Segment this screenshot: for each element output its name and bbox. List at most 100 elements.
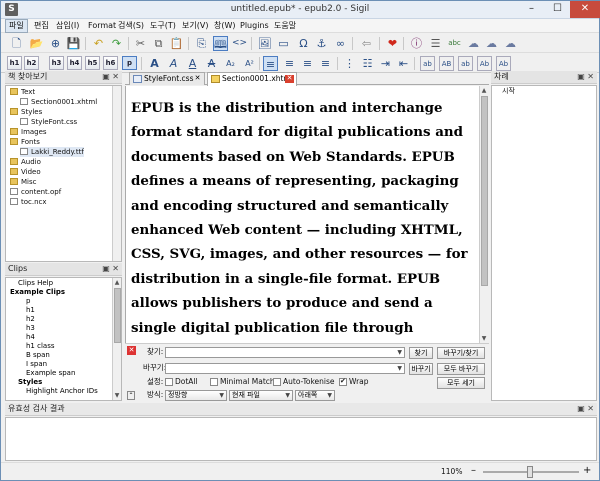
minimize-button[interactable]: – [518,1,545,18]
italic-icon[interactable]: A [166,56,181,71]
heading-h4-button[interactable]: h4 [67,56,82,70]
clips-scrollbar[interactable]: ▲ ▼ [112,278,121,400]
insert-image-icon[interactable]: 🖼 [257,36,272,51]
clip-group[interactable]: Example Clips [10,288,65,297]
book-browser-scrollbar[interactable] [112,86,121,261]
case-uppercase-icon[interactable]: AB [439,56,454,71]
strikethrough-icon[interactable]: A [204,56,219,71]
zoom-in-icon[interactable]: + [583,466,591,476]
align-right-icon[interactable]: ≡ [300,56,315,71]
file-item[interactable]: Lakki_Reddy.ttf [20,147,84,157]
clip-item[interactable]: I span [26,360,47,369]
superscript-icon[interactable]: A² [242,56,257,71]
clip-item[interactable]: Highlight Anchor IDs [26,387,98,396]
clip-item[interactable]: h1 [26,306,35,315]
plugin-1-icon[interactable]: ☁ [466,36,481,51]
file-item[interactable]: Section0001.xhtml [20,97,97,107]
redo-icon[interactable]: ↷ [109,36,124,51]
align-justify-icon[interactable]: ≡ [318,56,333,71]
editor-scrollbar[interactable]: ▲ ▼ [479,86,489,343]
heading-h6-button[interactable]: h6 [103,56,118,70]
copy-icon[interactable]: ⧉ [151,36,166,51]
collapse-icon[interactable]: ⌃ [127,391,135,400]
folder-item[interactable]: Images [10,127,47,137]
subscript-icon[interactable]: A₂ [223,56,238,71]
clip-item[interactable]: B span [26,351,50,360]
zoom-slider[interactable] [483,466,579,478]
panel-float-close-icon[interactable]: ▣ ✕ [102,71,119,83]
folder-item[interactable]: Audio [10,157,41,167]
insert-link-icon[interactable]: ∞ [333,36,348,51]
align-left-icon[interactable]: ≡ [263,56,278,71]
file-item[interactable]: StyleFont.css [20,117,77,127]
menu-help[interactable]: 도움말 [271,20,299,32]
menu-window[interactable]: 창(W) [211,20,239,32]
edit-toc-icon[interactable]: ☰ [428,36,443,51]
toc-item[interactable]: 시작 [502,86,515,96]
heading-h5-button[interactable]: h5 [85,56,100,70]
undo-icon[interactable]: ↶ [91,36,106,51]
folder-item[interactable]: Text [10,87,35,97]
search-direction-select[interactable]: 아래쪽 ▼ [295,390,335,401]
case-titlecase-icon[interactable]: ab [458,56,473,71]
clips-scroll-thumb[interactable] [114,288,121,343]
auto-tokenise-checkbox[interactable] [273,378,281,386]
panel-float-close-icon[interactable]: ▣ ✕ [577,71,594,83]
menu-plugins[interactable]: Plugins [237,20,272,32]
close-find-icon[interactable]: ✕ [127,346,136,355]
search-target-select[interactable]: 현재 파일 ▼ [229,390,293,401]
minimal-match-checkbox[interactable] [210,378,218,386]
panel-float-close-icon[interactable]: ▣ ✕ [577,403,594,415]
add-file-icon[interactable]: ⊕ [48,36,63,51]
search-mode-select[interactable]: 정방향 ▼ [165,390,227,401]
scroll-up-icon[interactable]: ▲ [479,87,489,94]
replace-all-button[interactable]: 모두 바꾸기 [437,363,485,375]
replace-find-button[interactable]: 바꾸기/찾기 [437,347,485,359]
case-capitalize-icon[interactable]: Ab [477,56,492,71]
file-item[interactable]: toc.ncx [10,197,47,207]
indent-icon[interactable]: ⇥ [378,56,393,71]
menu-edit[interactable]: 편집 [31,20,52,32]
menu-view[interactable]: 보기(V) [179,20,211,32]
replace-button[interactable]: 바꾸기 [409,363,433,375]
clip-item[interactable]: Clips Help [18,279,53,288]
folder-item[interactable]: Misc [10,177,36,187]
panel-float-close-icon[interactable]: ▣ ✕ [102,263,119,275]
insert-omega-icon[interactable]: Ω [296,36,311,51]
clip-item[interactable]: h2 [26,315,35,324]
spellcheck-icon[interactable]: abc [447,36,462,51]
dotall-checkbox[interactable] [165,378,173,386]
paste-special-icon[interactable]: ⎘ [194,36,209,51]
clip-group[interactable]: Styles [18,378,42,387]
case-sentence-icon[interactable]: Ab [496,56,511,71]
outdent-icon[interactable]: ⇤ [396,56,411,71]
menu-tools[interactable]: 도구(T) [147,20,179,32]
count-all-button[interactable]: 모두 세기 [437,377,485,389]
tab-stylefont-css[interactable]: StyleFont.css ✕ [129,72,205,85]
heading-h2-button[interactable]: h2 [24,56,39,70]
underline-icon[interactable]: A [185,56,200,71]
case-lowercase-icon[interactable]: ab [420,56,435,71]
metadata-editor-icon[interactable]: ⓘ [409,36,424,51]
open-folder-icon[interactable]: 📂 [29,36,44,51]
clip-item[interactable]: h3 [26,324,35,333]
close-button[interactable]: ✕ [570,1,600,18]
insert-special-char-icon[interactable]: ▭ [276,36,291,51]
replace-input[interactable]: ▼ [165,363,405,374]
heading-h3-button[interactable]: h3 [49,56,64,70]
code-view-icon[interactable]: <> [232,36,247,51]
file-item[interactable]: content.opf [10,187,61,197]
bold-icon[interactable]: A [147,56,162,71]
wrap-checkbox[interactable] [339,377,347,386]
heading-h1-button[interactable]: h1 [7,56,22,70]
paragraph-button[interactable]: p [122,56,137,70]
numbered-list-icon[interactable]: ⋮ [342,56,357,71]
plugin-3-icon[interactable]: ☁ [503,36,518,51]
bulleted-list-icon[interactable]: ☷ [360,56,375,71]
scroll-down-icon[interactable]: ▼ [112,392,121,399]
paste-icon[interactable]: 📋 [169,36,184,51]
insert-anchor-icon[interactable]: ⚓ [314,36,329,51]
editor-content[interactable]: EPUB is the distribution and interchange… [131,96,475,343]
folder-item[interactable]: Styles [10,107,42,117]
zoom-slider-thumb[interactable] [527,466,533,478]
